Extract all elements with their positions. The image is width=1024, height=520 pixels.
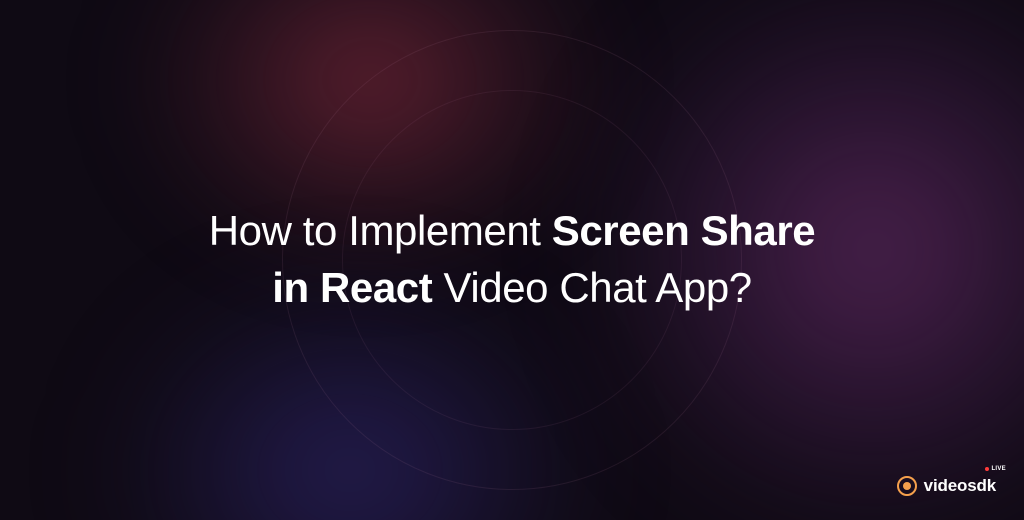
page-title: How to Implement Screen Share in React V…: [209, 203, 815, 316]
brand-logo: videosdk LIVE: [897, 476, 996, 496]
live-dot-icon: [985, 467, 989, 471]
title-bold-1: Screen Share: [552, 207, 815, 254]
live-badge: LIVE: [985, 466, 1006, 472]
logo-brand-text: videosdk: [924, 476, 996, 495]
title-part-1: How to Implement: [209, 207, 552, 254]
title-part-3: Video Chat App?: [432, 264, 751, 311]
title-bold-2: in React: [272, 264, 432, 311]
live-badge-text: LIVE: [991, 466, 1006, 472]
logo-icon: [897, 476, 917, 496]
logo-text-wrapper: videosdk LIVE: [924, 476, 996, 496]
content-area: How to Implement Screen Share in React V…: [0, 0, 1024, 520]
